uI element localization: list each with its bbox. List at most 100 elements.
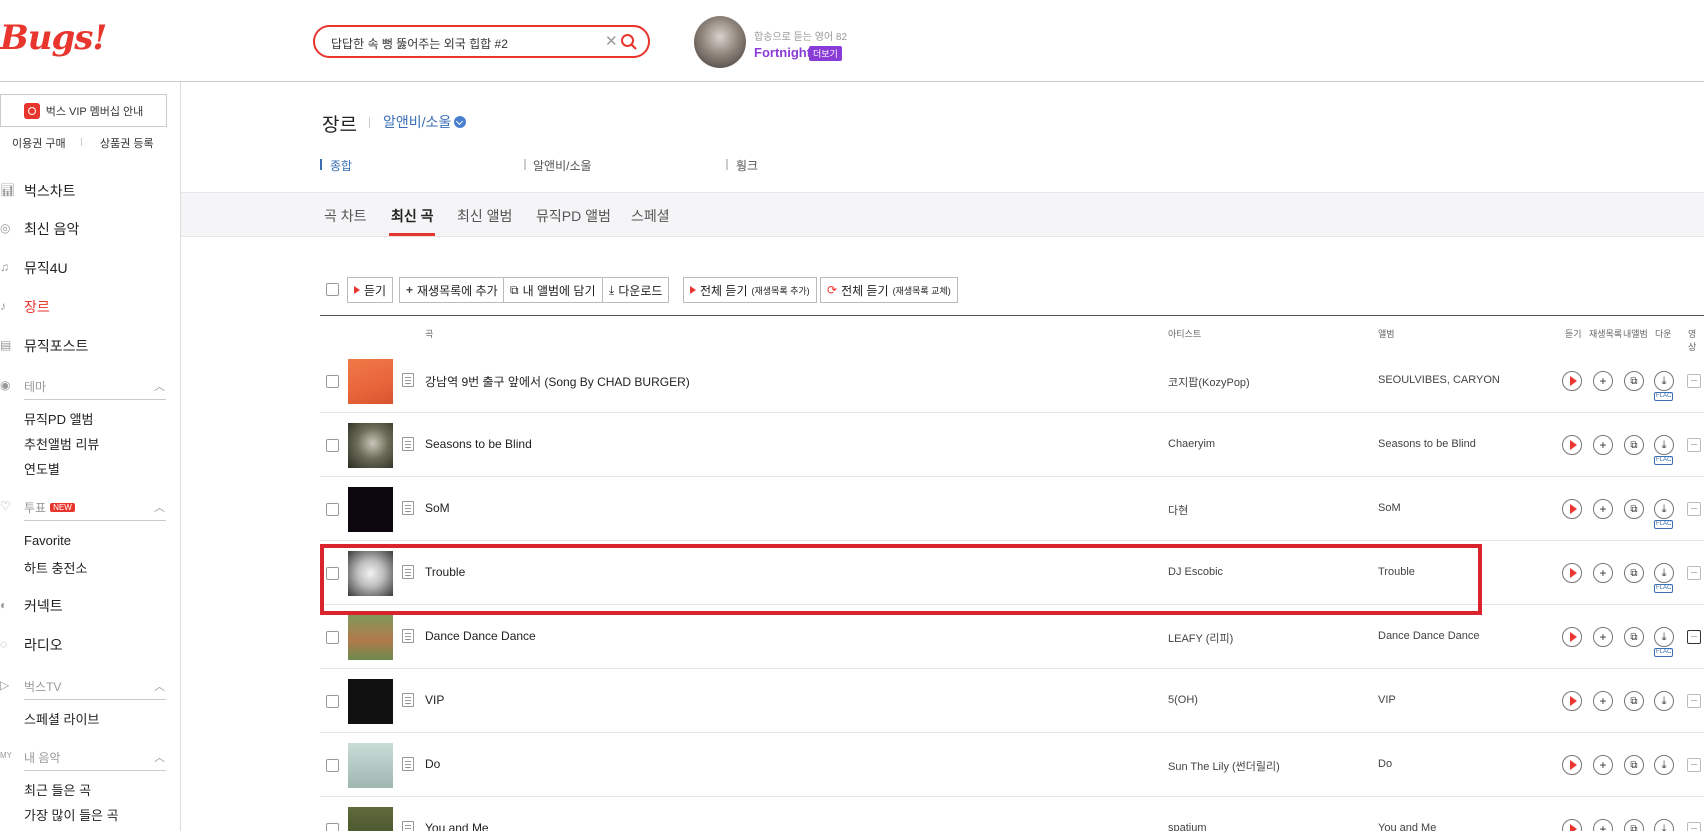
row-checkbox[interactable] <box>326 759 339 772</box>
promo-avatar[interactable] <box>694 16 746 68</box>
tab-special[interactable]: 스페셜 <box>631 206 670 226</box>
promo-title[interactable]: Fortnight <box>754 45 811 60</box>
section-vote[interactable]: 투표 NEW <box>24 499 75 516</box>
sidebar-item-connect[interactable]: 커넥트 <box>24 596 63 616</box>
play-button[interactable] <box>1562 371 1582 391</box>
row-checkbox[interactable] <box>326 823 339 831</box>
song-title[interactable]: 강남역 9번 출구 앞에서 (Song By CHAD BURGER) <box>425 373 690 390</box>
download-song-button[interactable]: ⤓ <box>1654 371 1674 391</box>
album-cover-thumbnail[interactable] <box>348 423 393 468</box>
add-to-playlist-button[interactable]: + <box>1593 819 1613 831</box>
collapse-theme-icon[interactable]: ︿ <box>154 378 165 394</box>
song-artist[interactable]: 5(OH) <box>1168 694 1198 706</box>
song-title[interactable]: Dance Dance Dance <box>425 629 536 643</box>
tab-music-pd-albums[interactable]: 뮤직PD 앨범 <box>536 206 611 226</box>
add-to-my-album-button[interactable]: ⧉ <box>1624 435 1644 455</box>
lyrics-icon[interactable] <box>402 373 414 387</box>
add-to-playlist-button[interactable]: + <box>1593 563 1613 583</box>
download-song-button[interactable]: ⤓ <box>1654 819 1674 831</box>
download-song-button[interactable]: ⤓ <box>1654 499 1674 519</box>
add-to-my-album-button[interactable]: ⧉ <box>1624 819 1644 831</box>
song-album[interactable]: SEOULVIBES, CARYON <box>1378 374 1500 386</box>
lyrics-icon[interactable] <box>402 821 414 831</box>
theme-item-yearly[interactable]: 연도별 <box>24 459 60 478</box>
sidebar-item-music4u[interactable]: 뮤직4U <box>24 258 68 278</box>
subgenre-rnb[interactable]: 알앤비/소울 <box>533 157 592 174</box>
buy-pass-link[interactable]: 이용권 구매 <box>12 135 66 151</box>
search-box[interactable]: 답답한 속 뻥 뚫어주는 외국 힙합 #2 ✕ <box>313 25 650 58</box>
section-theme[interactable]: 테마 <box>24 378 46 395</box>
video-button[interactable] <box>1687 630 1701 644</box>
add-to-playlist-button[interactable]: + <box>1593 499 1613 519</box>
album-cover-thumbnail[interactable] <box>348 359 393 404</box>
album-cover-thumbnail[interactable] <box>348 743 393 788</box>
listen-all-replace-button[interactable]: ⟳ 전체 듣기 (재생목록 교체) <box>820 277 958 303</box>
download-button[interactable]: ⤓ 다운로드 <box>602 277 670 303</box>
song-album[interactable]: VIP <box>1378 694 1396 706</box>
song-album[interactable]: You and Me <box>1378 822 1436 831</box>
sidebar-item-new-music[interactable]: 최신 음악 <box>24 219 79 239</box>
bugstv-item-special-live[interactable]: 스페셜 라이브 <box>24 709 99 728</box>
section-my-music[interactable]: 내 음악 <box>24 749 60 766</box>
row-checkbox[interactable] <box>326 695 339 708</box>
video-button[interactable] <box>1687 758 1701 772</box>
lyrics-icon[interactable] <box>402 693 414 707</box>
subgenre-funk[interactable]: 훵크 <box>736 157 758 174</box>
tab-new-songs[interactable]: 최신 곡 <box>391 206 434 226</box>
video-button[interactable] <box>1687 566 1701 580</box>
lyrics-icon[interactable] <box>402 629 414 643</box>
sidebar-item-radio[interactable]: 라디오 <box>24 635 63 655</box>
add-my-album-button[interactable]: ⧉ 내 앨범에 담기 <box>503 277 603 303</box>
theme-item-review[interactable]: 추천앨범 리뷰 <box>24 434 99 453</box>
add-to-playlist-button[interactable]: + <box>1593 627 1613 647</box>
album-cover-thumbnail[interactable] <box>348 487 393 532</box>
play-button[interactable] <box>1562 755 1582 775</box>
add-playlist-button[interactable]: + 재생목록에 추가 <box>399 277 505 303</box>
song-title[interactable]: Seasons to be Blind <box>425 437 532 451</box>
video-button[interactable] <box>1687 822 1701 831</box>
my-music-item-recent[interactable]: 최근 들은 곡 <box>24 780 91 799</box>
add-to-my-album-button[interactable]: ⧉ <box>1624 627 1644 647</box>
sidebar-item-genre[interactable]: 장르 <box>24 297 50 317</box>
row-checkbox[interactable] <box>326 439 339 452</box>
clear-icon[interactable]: ✕ <box>605 32 618 50</box>
song-album[interactable]: SoM <box>1378 502 1401 514</box>
add-to-playlist-button[interactable]: + <box>1593 435 1613 455</box>
lyrics-icon[interactable] <box>402 757 414 771</box>
row-checkbox[interactable] <box>326 631 339 644</box>
play-button[interactable] <box>1562 819 1582 831</box>
song-title[interactable]: You and Me <box>425 821 489 831</box>
play-button[interactable] <box>1562 435 1582 455</box>
album-cover-thumbnail[interactable] <box>348 615 393 660</box>
listen-all-add-button[interactable]: 전체 듣기 (재생목록 추가) <box>683 277 817 303</box>
video-button[interactable] <box>1687 502 1701 516</box>
search-icon[interactable] <box>620 33 638 51</box>
collapse-my-music-icon[interactable]: ︿ <box>154 749 165 765</box>
subgenre-overall[interactable]: 종합 <box>330 157 352 174</box>
lyrics-icon[interactable] <box>402 437 414 451</box>
row-checkbox[interactable] <box>326 503 339 516</box>
song-album[interactable]: Seasons to be Blind <box>1378 438 1476 450</box>
gift-card-link[interactable]: 상품권 등록 <box>100 135 154 151</box>
play-button[interactable] <box>1562 691 1582 711</box>
song-artist[interactable]: Chaeryim <box>1168 438 1215 450</box>
download-song-button[interactable]: ⤓ <box>1654 755 1674 775</box>
album-cover-thumbnail[interactable] <box>348 679 393 724</box>
vote-item-heart[interactable]: 하트 충전소 <box>24 558 87 577</box>
play-button[interactable] <box>1562 627 1582 647</box>
bugs-logo[interactable]: Bugs! <box>0 18 107 58</box>
promo-more-button[interactable]: 더보기 <box>809 46 842 61</box>
video-button[interactable] <box>1687 438 1701 452</box>
row-checkbox[interactable] <box>326 375 339 388</box>
download-song-button[interactable]: ⤓ <box>1654 563 1674 583</box>
song-artist[interactable]: spatium <box>1168 822 1207 831</box>
tab-song-chart[interactable]: 곡 차트 <box>324 206 367 226</box>
section-bugstv[interactable]: 벅스TV <box>24 678 61 695</box>
song-album[interactable]: Dance Dance Dance <box>1378 630 1480 642</box>
download-song-button[interactable]: ⤓ <box>1654 627 1674 647</box>
album-cover-thumbnail[interactable] <box>348 807 393 831</box>
theme-item-pd-album[interactable]: 뮤직PD 앨범 <box>24 409 94 428</box>
download-song-button[interactable]: ⤓ <box>1654 435 1674 455</box>
sidebar-item-musicpost[interactable]: 뮤직포스트 <box>24 336 88 356</box>
song-title[interactable]: SoM <box>425 501 450 515</box>
